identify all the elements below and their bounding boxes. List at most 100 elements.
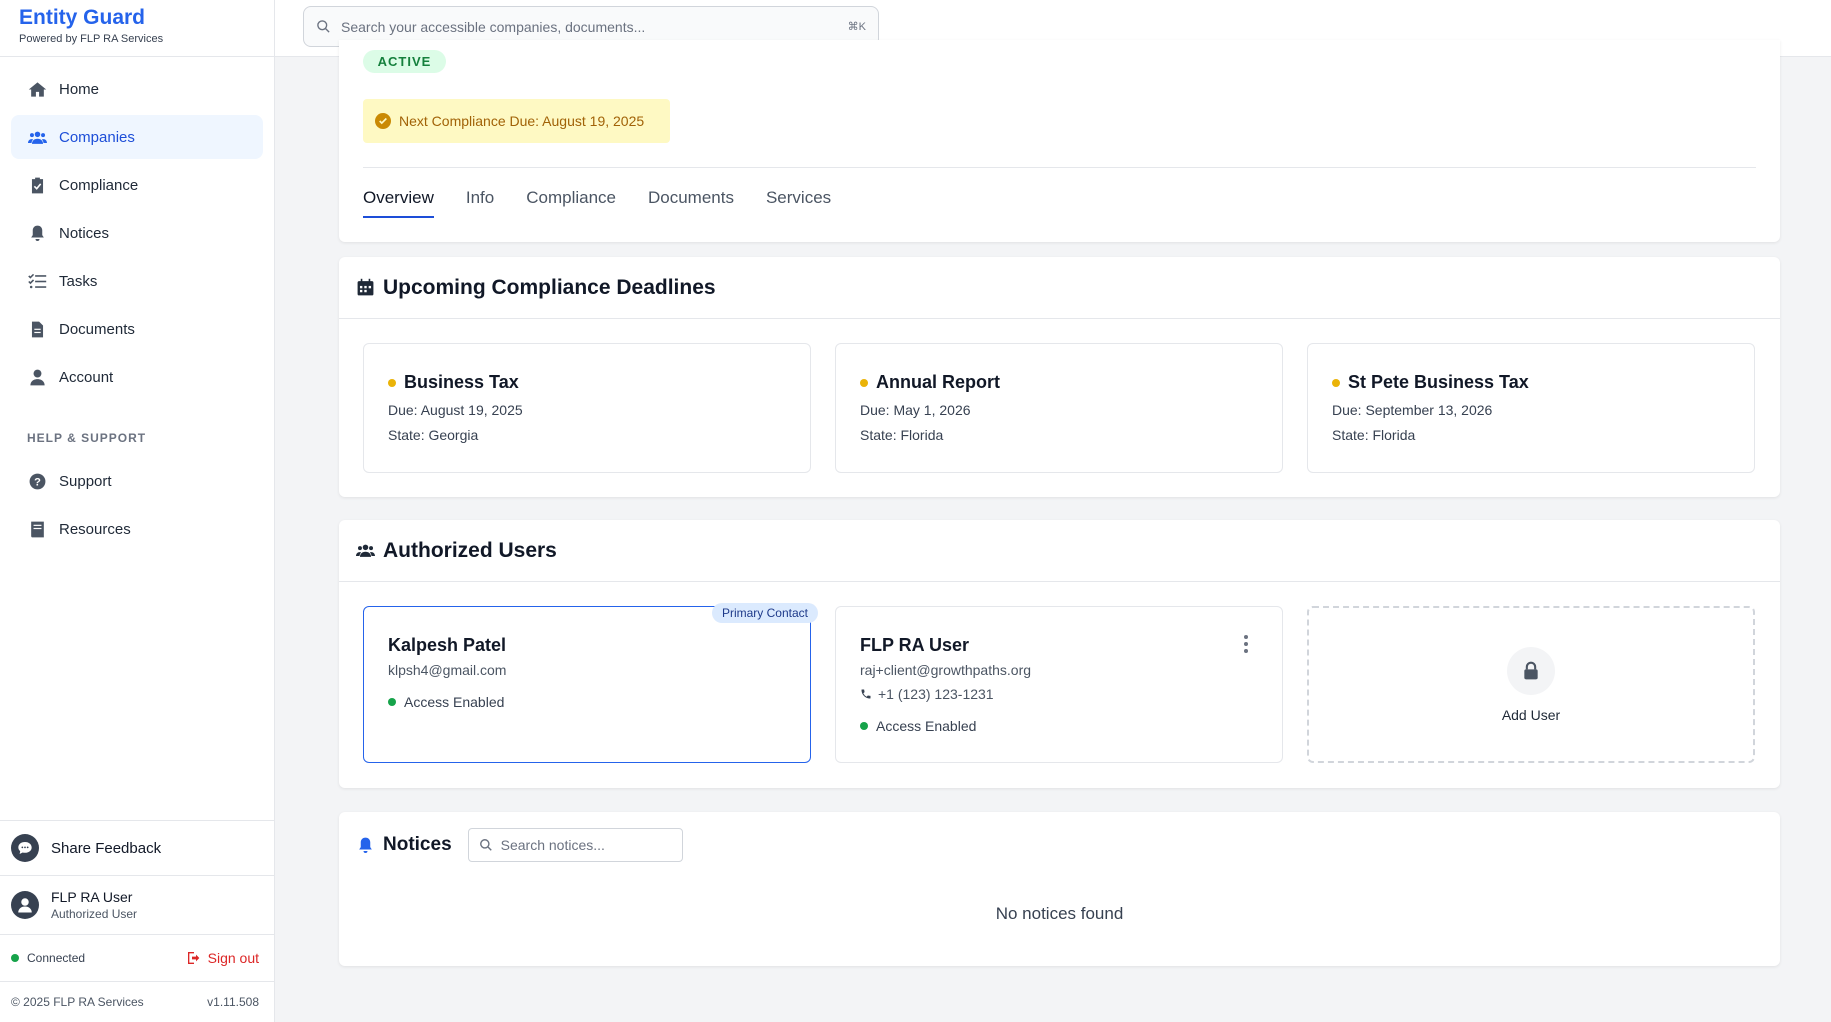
deadline-state: State: Florida [1332,427,1416,443]
user-role: Authorized User [51,907,138,921]
compliance-deadlines-card: Upcoming Compliance Deadlines Business T… [339,257,1780,497]
deadline-due: Due: August 19, 2025 [388,402,523,418]
company-header-card: ACTIVE Next Compliance Due: August 19, 2… [339,40,1780,242]
search-shortcut: ⌘K [847,21,866,33]
notices-title: Notices [383,834,452,855]
home-icon [27,79,47,99]
access-status-text: Access Enabled [876,718,977,734]
sidebar-foot: © 2025 FLP RA Services v1.11.508 [0,982,275,1022]
deadline-card[interactable]: Annual Report Due: May 1, 2026 State: Fl… [835,343,1283,473]
user-card-email: klpsh4@gmail.com [388,662,507,678]
add-user-button[interactable]: Add User [1307,606,1755,763]
version: v1.11.508 [207,995,259,1009]
user-card-name: FLP RA User [860,635,970,655]
sidebar-item-support[interactable]: ? Support [11,459,263,503]
notices-search-input[interactable]: Search notices... [467,828,683,862]
calendar-icon [355,278,375,298]
deadline-card[interactable]: St Pete Business Tax Due: September 13, … [1307,343,1755,473]
access-status: Access Enabled [860,718,1258,734]
next-compliance-text: Next Compliance Due: August 19, 2025 [399,113,645,129]
list-check-icon [27,271,47,291]
sidebar-item-label: Tasks [59,272,98,290]
deadlines-title: Upcoming Compliance Deadlines [383,275,716,299]
divider [363,167,1756,168]
more-options-icon[interactable] [1244,635,1248,653]
sidebar: Entity Guard Powered by FLP RA Services … [0,0,275,1022]
connection-status: Connected [11,951,85,965]
chat-bubble-icon [11,834,39,862]
status-dot-icon [860,378,868,387]
sidebar-item-notices[interactable]: Notices [11,211,263,255]
search-icon [479,839,492,851]
sidebar-item-label: Documents [59,320,135,338]
company-tabs: Overview Info Compliance Documents Servi… [363,186,863,218]
user-card[interactable]: FLP RA User raj+client@growthpaths.org +… [835,606,1283,763]
phone-icon [861,689,871,699]
deadline-name: St Pete Business Tax [1332,372,1730,393]
deadline-state: State: Georgia [388,427,479,443]
brand-title[interactable]: Entity Guard [19,7,255,29]
share-feedback-label: Share Feedback [51,839,162,857]
access-status-text: Access Enabled [404,694,505,710]
sign-out-button[interactable]: Sign out [186,950,259,966]
status-dot-icon [860,722,868,730]
tab-services[interactable]: Services [766,186,831,218]
share-feedback-button[interactable]: Share Feedback [0,821,275,876]
book-icon [27,519,47,539]
avatar [11,891,39,919]
notices-search-placeholder: Search notices... [500,837,605,853]
sidebar-item-home[interactable]: Home [11,67,263,111]
sidebar-item-resources[interactable]: Resources [11,507,263,551]
sidebar-item-companies[interactable]: Companies [11,115,263,159]
help-support-heading: HELP & SUPPORT [27,431,147,445]
question-circle-icon: ? [27,471,47,491]
user-card-email: raj+client@growthpaths.org [860,662,1032,678]
users-title: Authorized Users [383,538,557,562]
deadline-due: Due: May 1, 2026 [860,402,971,418]
deadlines-list: Business Tax Due: August 19, 2025 State:… [339,319,1780,473]
tab-info[interactable]: Info [466,186,494,218]
bell-icon [355,835,375,855]
connection-row: Connected Sign out [0,935,275,982]
tab-compliance[interactable]: Compliance [526,186,616,218]
add-user-label: Add User [1501,706,1561,723]
document-icon [27,319,47,339]
deadline-name: Annual Report [860,372,1258,393]
check-circle-icon [375,113,391,129]
sidebar-item-tasks[interactable]: Tasks [11,259,263,303]
current-user[interactable]: FLP RA User Authorized User [0,876,275,935]
sidebar-item-compliance[interactable]: Compliance [11,163,263,207]
sidebar-item-account[interactable]: Account [11,355,263,399]
deadline-card[interactable]: Business Tax Due: August 19, 2025 State:… [363,343,811,473]
notices-card: Notices Search notices... No notices fou… [339,812,1780,966]
sidebar-item-documents[interactable]: Documents [11,307,263,351]
deadline-name: Business Tax [388,372,786,393]
sidebar-nav: Home Companies Compliance Notices Tasks … [0,57,274,551]
access-status: Access Enabled [388,694,786,710]
lock-icon [1507,646,1555,695]
deadline-due: Due: September 13, 2026 [1332,402,1493,418]
sign-out-label: Sign out [207,950,259,966]
users-icon [355,541,375,561]
copyright: © 2025 FLP RA Services [11,995,144,1009]
status-dot-icon [1332,378,1340,387]
sign-out-icon [187,952,199,964]
sidebar-item-label: Notices [59,224,110,242]
brand-subtitle: Powered by FLP RA Services [19,33,164,45]
deadline-state: State: Florida [860,427,944,443]
sidebar-footer: Share Feedback FLP RA User Authorized Us… [0,820,275,1022]
status-badge: ACTIVE [363,50,446,73]
deadline-name-text: Business Tax [404,372,519,392]
sidebar-item-label: Resources [59,520,131,538]
tab-overview[interactable]: Overview [363,186,434,218]
sidebar-item-label: Compliance [59,176,139,194]
notices-header: Notices Search notices... [339,812,1780,878]
users-header: Authorized Users [339,520,1780,582]
tab-documents[interactable]: Documents [648,186,734,218]
search-placeholder: Search your accessible companies, docume… [341,18,646,35]
clipboard-check-icon [27,175,47,195]
brand[interactable]: Entity Guard Powered by FLP RA Services [0,0,274,57]
user-card-phone: +1 (123) 123-1231 [860,686,1258,702]
user-card[interactable]: Primary Contact Kalpesh Patel klpsh4@gma… [363,603,818,763]
user-card-phone-text: +1 (123) 123-1231 [878,686,994,702]
